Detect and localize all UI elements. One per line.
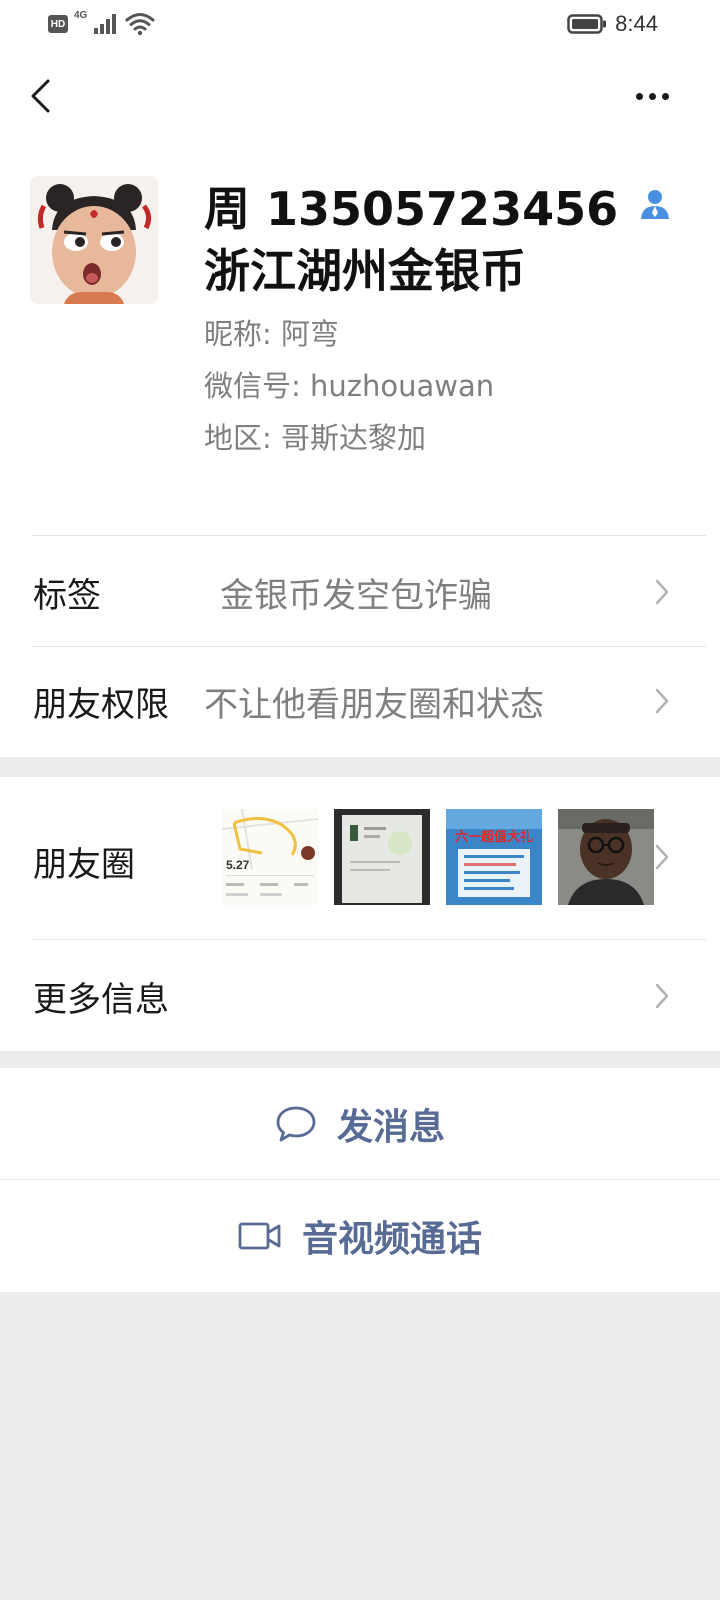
more-info-title: 更多信息: [33, 980, 169, 1020]
signal-icon: [94, 14, 117, 34]
permissions-title: 朋友权限: [33, 685, 169, 725]
status-bar: HD 4G 8:44: [0, 0, 720, 48]
status-left: HD 4G: [48, 10, 155, 36]
chevron-right-icon: [655, 844, 669, 870]
moments-thumb-map: 5.27: [222, 809, 318, 905]
chevron-right-icon: [655, 579, 669, 605]
hd-badge: HD: [48, 15, 68, 33]
more-info-row[interactable]: 更多信息: [0, 940, 720, 1051]
display-name-line-2: 浙江湖州金银币: [204, 244, 526, 298]
moments-title: 朋友圈: [33, 845, 135, 885]
video-call-button[interactable]: 音视频通话: [0, 1180, 720, 1292]
profile-header: 周 13505723456 浙江湖州金银币 昵称: 阿弯 微信号: huzhou…: [0, 144, 720, 536]
status-right: 8:44: [567, 10, 658, 38]
send-message-label: 发消息: [336, 1106, 445, 1148]
tags-value: 金银币发空包诈骗: [220, 576, 492, 616]
send-message-button[interactable]: 发消息: [0, 1068, 720, 1179]
battery-icon: [567, 14, 607, 34]
moments-thumb-text: 六一超值大礼: [455, 829, 533, 845]
wechat-id-text: 微信号: huzhouawan: [204, 369, 495, 403]
moments-row[interactable]: 朋友圈 5.27 六一超值大礼: [0, 777, 720, 940]
contact-person-icon: [641, 190, 670, 219]
clock: 8:44: [615, 11, 658, 36]
region-text: 地区: 哥斯达黎加: [204, 421, 426, 455]
chat-bubble-icon: [276, 1106, 316, 1141]
chevron-right-icon: [655, 688, 669, 714]
video-call-label: 音视频通话: [301, 1219, 482, 1260]
display-name: 周 13505723456: [204, 182, 619, 236]
moments-thumb-selfie: [558, 809, 654, 905]
nav-bar: [0, 48, 720, 144]
wifi-icon: [125, 13, 155, 36]
moments-thumbnails: 5.27 六一超值大礼: [222, 809, 654, 905]
video-camera-icon: [238, 1222, 281, 1250]
moments-thumb-screen: [334, 809, 430, 905]
back-button[interactable]: [22, 72, 58, 120]
avatar[interactable]: [30, 176, 158, 304]
more-dots-icon: [635, 92, 643, 100]
name-block: 周 13505723456 浙江湖州金银币 昵称: 阿弯 微信号: huzhou…: [204, 178, 684, 464]
tags-title: 标签: [33, 576, 101, 616]
moments-thumb-text: 5.27: [226, 858, 250, 872]
moments-thumb-poster: 六一超值大礼: [446, 809, 542, 905]
avatar-image: [30, 176, 158, 304]
chevron-left-icon: [31, 79, 50, 113]
more-dot: [661, 92, 669, 100]
more-dot: [648, 92, 656, 100]
nickname-text: 昵称: 阿弯: [204, 317, 339, 351]
permissions-value: 不让他看朋友圈和状态: [204, 685, 544, 725]
name-line-1: 周 13505723456: [204, 178, 684, 240]
chevron-right-icon: [655, 983, 669, 1009]
network-type: 4G: [74, 10, 88, 21]
more-button[interactable]: [624, 78, 680, 114]
friend-permissions-row[interactable]: 朋友权限 不让他看朋友圈和状态: [0, 647, 720, 757]
tags-row[interactable]: 标签 金银币发空包诈骗: [0, 536, 720, 647]
